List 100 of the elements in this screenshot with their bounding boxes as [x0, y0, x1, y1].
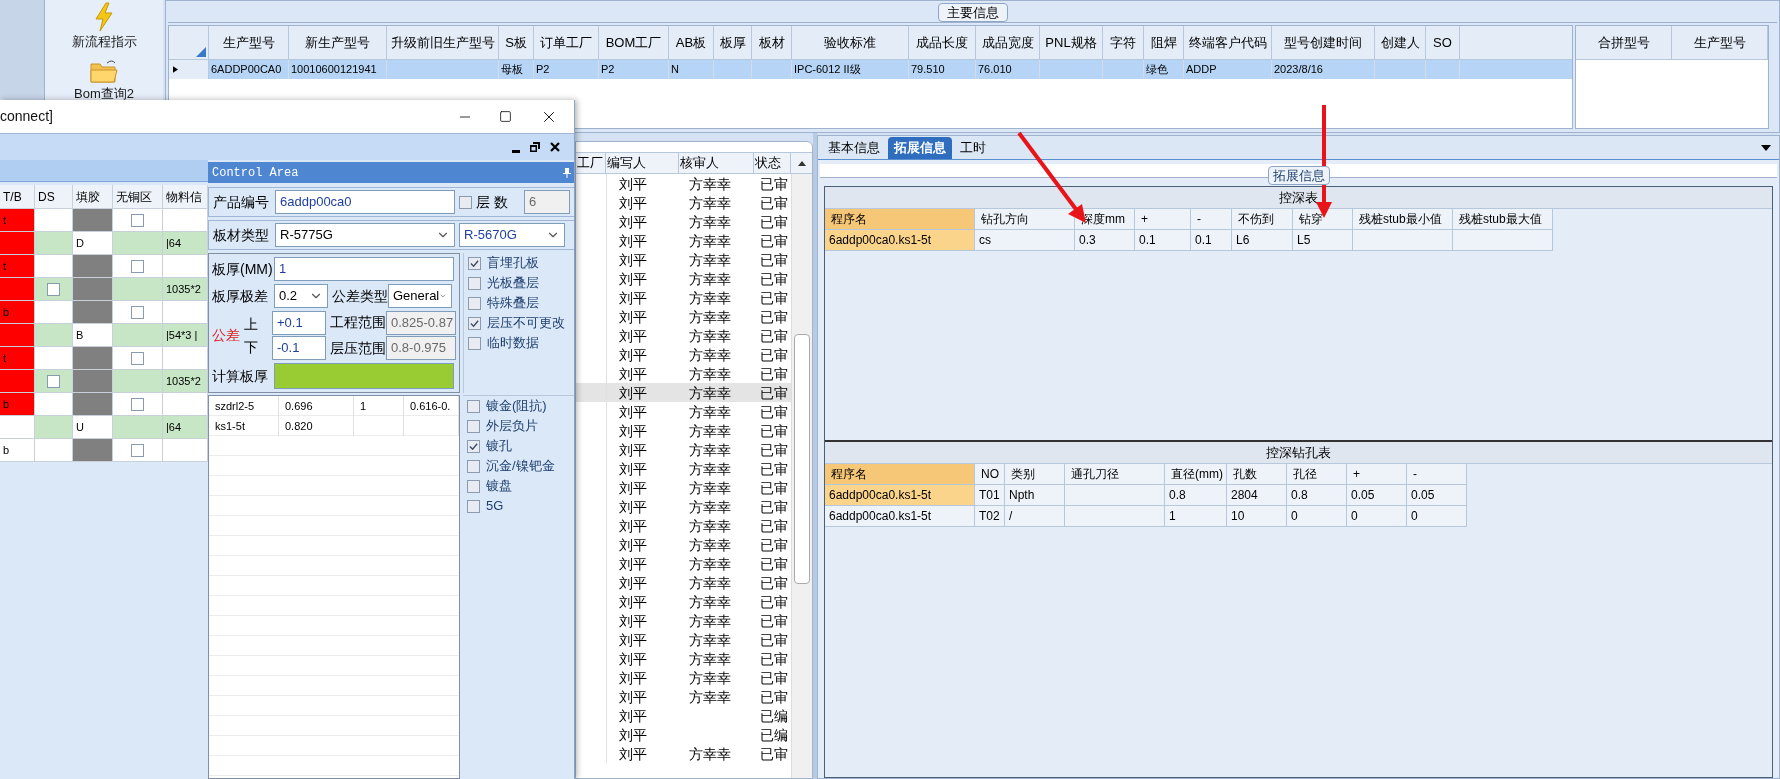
table-cell: 已审	[760, 195, 788, 211]
table-cell-text: 0.8	[1291, 487, 1308, 504]
table-cell-text: 10	[1231, 508, 1245, 525]
table-cell: 已审	[760, 366, 788, 382]
tab[interactable]: 拓展信息	[888, 137, 952, 159]
engineering-range-field[interactable]: 0.825-0.87	[386, 311, 456, 335]
checkbox[interactable]	[467, 479, 480, 493]
table-cell: 方幸幸	[689, 537, 731, 553]
table-cell-text: 0.8	[1169, 487, 1186, 504]
table-cell: 已审	[760, 499, 788, 515]
column-header: 直径(mm)	[1165, 464, 1227, 485]
checkbox[interactable]	[467, 419, 480, 433]
press-range-field[interactable]: 0.8-0.975	[386, 336, 456, 360]
dropdown-icon[interactable]	[1761, 145, 1771, 151]
column-header: NO	[975, 464, 1005, 485]
table-cell[interactable]: 6addp00ca0.ks1-5t	[825, 230, 975, 251]
checkbox[interactable]	[468, 296, 481, 310]
restore-icon[interactable]	[530, 142, 540, 152]
thickness-field[interactable]: 1	[274, 257, 454, 281]
checkbox[interactable]	[47, 282, 60, 296]
field-label: 板厚极差	[212, 286, 269, 306]
column-header: 不伤到	[1232, 209, 1293, 230]
table-cell: 已审	[760, 252, 788, 268]
table-cell-text: 79.510	[911, 62, 945, 78]
checkbox[interactable]	[467, 499, 480, 513]
checkbox-label: 临时数据	[487, 334, 539, 353]
checkbox[interactable]	[467, 439, 480, 453]
table-cell: 已审	[760, 328, 788, 344]
table-cell: 方幸幸	[689, 442, 731, 458]
table-cell: 刘平	[619, 480, 647, 496]
column-header: 型号创建时间	[1272, 26, 1375, 59]
launcher-item[interactable]: 新流程指示	[71, 2, 137, 52]
tolerance-type-select[interactable]: General	[388, 284, 452, 308]
table-cell: 已审	[760, 518, 788, 534]
column-header: 终端客户代码	[1184, 26, 1272, 59]
checkbox[interactable]	[467, 459, 480, 473]
launcher-item[interactable]: Bom查询2	[74, 57, 134, 103]
checkbox-label: 特殊叠层	[487, 294, 539, 313]
lower-tolerance-field[interactable]: -0.1	[272, 336, 326, 360]
checkbox[interactable]	[131, 351, 144, 365]
cell-text: 1035*2	[166, 281, 201, 297]
column-header: 孔径	[1287, 464, 1347, 485]
column-header: 钻穿	[1293, 209, 1353, 230]
column-header: -	[1407, 464, 1467, 485]
product-field[interactable]: 6addp00ca0	[275, 190, 455, 214]
table-cell-text: 0	[1351, 508, 1358, 525]
table-cell: 方幸幸	[689, 214, 731, 230]
material-select[interactable]: R-5775G	[275, 223, 455, 247]
scrollbar[interactable]	[791, 174, 812, 778]
column-header: 升级前旧生产型号	[387, 26, 499, 59]
table-cell[interactable]: 6addp00ca0.ks1-5t	[825, 506, 975, 527]
table-cell-text: ks1-5t	[215, 418, 245, 434]
checkbox-label: 镀孔	[486, 437, 512, 456]
checkbox[interactable]	[468, 256, 481, 270]
table-row[interactable]: 6ADDP00CA0 10010600121941 母板 P2 P2 N IPC-6012 II级 79.510 76.010 绿色 ADDP 2023/8/16	[169, 60, 1572, 79]
table-cell: 刘平	[619, 575, 647, 591]
column-header: 新生产型号	[289, 26, 387, 59]
launcher-label: Bom查询2	[74, 84, 134, 103]
tab[interactable]: 工时	[954, 137, 992, 159]
table-cell-text: IPC-6012 II级	[794, 62, 861, 78]
material-select[interactable]: R-5670G	[459, 223, 565, 247]
layers-field[interactable]: 6	[524, 190, 570, 214]
checkbox[interactable]	[131, 259, 144, 273]
thickness-tolerance-select[interactable]: 0.2	[274, 284, 328, 308]
column-header: 订单工厂	[534, 26, 599, 59]
table-cell: 方幸幸	[689, 632, 731, 648]
checkbox[interactable]	[131, 397, 144, 411]
table-cell[interactable]: 6addp00ca0.ks1-5t	[825, 485, 975, 506]
checkbox[interactable]	[468, 336, 481, 350]
tab[interactable]: 基本信息	[822, 137, 886, 159]
list-row[interactable]: 刘平 方幸幸 已审	[576, 383, 791, 402]
checkbox[interactable]	[468, 316, 481, 330]
table-cell-text: 0.820	[285, 418, 313, 434]
table-cell: 已审	[760, 423, 788, 439]
table-cell: 刘平	[619, 176, 647, 192]
table-cell: 方幸幸	[689, 594, 731, 610]
maximize-icon[interactable]	[499, 110, 512, 123]
table-cell: 刘平	[619, 423, 647, 439]
table-cell: 刘平	[619, 347, 647, 363]
column-header: 程序名	[825, 209, 975, 230]
checkbox[interactable]	[468, 276, 481, 290]
checkbox[interactable]	[47, 374, 60, 388]
checkbox[interactable]	[467, 399, 480, 413]
table-cell: 已审	[760, 613, 788, 629]
table-cell-text: P2	[536, 62, 550, 78]
checkbox-label: 光板叠层	[487, 274, 539, 293]
close-icon[interactable]	[550, 142, 560, 152]
checkbox[interactable]	[459, 195, 472, 209]
minimize-icon[interactable]	[512, 149, 520, 153]
table-cell-text: /	[1009, 508, 1013, 525]
scroll-up-icon[interactable]	[797, 160, 806, 166]
checkbox[interactable]	[131, 305, 144, 319]
checkbox[interactable]	[131, 213, 144, 227]
table-cell: 已审	[760, 575, 788, 591]
table-cell: 已审	[760, 461, 788, 477]
pin-icon[interactable]	[563, 167, 571, 178]
checkbox[interactable]	[131, 443, 144, 457]
table-cell: 方幸幸	[689, 518, 731, 534]
table-cell: 刘平	[619, 727, 647, 743]
upper-tolerance-field[interactable]: +0.1	[272, 311, 326, 335]
